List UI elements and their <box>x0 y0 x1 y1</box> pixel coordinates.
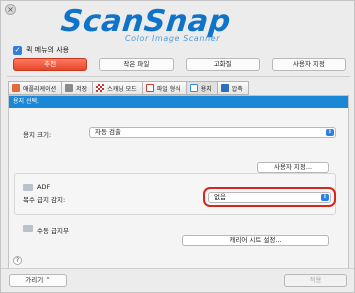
close-icon[interactable]: × <box>5 4 16 15</box>
quick-menu-option[interactable]: ✓ 퀵 메뉴의 사용 <box>13 45 69 55</box>
apply-button[interactable]: 적용 <box>284 274 347 287</box>
preset-custom[interactable]: 사용자 지정 <box>271 58 346 71</box>
scan-mode-icon <box>96 84 105 92</box>
paper-settings-panel: 용지 선택. 용지 크기: 자동 검출 ⇕ 사용자 지정... ADF 복수 급… <box>8 95 349 269</box>
paper-size-select[interactable]: 자동 검출 ⇕ <box>89 127 336 138</box>
tab-application[interactable]: 애플리케이션 <box>8 81 62 95</box>
hide-button[interactable]: 가리기 ⌃ <box>9 274 67 287</box>
tab-label: 저장 <box>76 85 88 93</box>
preset-small-file[interactable]: 작은 파일 <box>99 58 174 71</box>
divider <box>7 76 350 77</box>
multifeed-label: 복수 급지 감지: <box>23 196 66 204</box>
custom-size-button[interactable]: 사용자 지정... <box>257 162 329 173</box>
paper-size-value: 자동 검출 <box>95 128 121 136</box>
tab-label: 애플리케이션 <box>23 85 57 93</box>
logo-subtitle: Color Image Scanner <box>125 34 221 43</box>
save-icon <box>65 84 74 92</box>
adf-icon <box>23 184 33 191</box>
manual-feed-icon <box>23 225 33 232</box>
divider <box>1 268 354 269</box>
chevron-updown-icon: ⇕ <box>326 129 334 136</box>
tab-file-format[interactable]: 파일 형식 <box>141 81 186 95</box>
paper-size-label: 용지 크기: <box>23 131 52 139</box>
manual-feed-title: 수동 급지부 <box>37 227 69 235</box>
preset-bar: 추천 작은 파일 고화질 사용자 지정 <box>13 58 346 71</box>
scansnap-settings-window: × ScanSnap Color Image Scanner ✓ 퀵 메뉴의 사… <box>0 0 355 293</box>
quick-menu-checkbox[interactable]: ✓ <box>13 45 22 55</box>
tab-label: 스캐닝 모드 <box>107 85 137 93</box>
tab-label: 용지 <box>200 85 212 93</box>
tab-save[interactable]: 저장 <box>61 81 93 95</box>
section-header: 용지 선택. <box>9 96 348 108</box>
tab-label: 파일 형식 <box>156 85 181 93</box>
scansnap-logo: ScanSnap Color Image Scanner <box>59 4 311 47</box>
preset-high-quality[interactable]: 고화질 <box>185 58 260 71</box>
tab-paper[interactable]: 용지 <box>185 81 217 95</box>
settings-tabs: 애플리케이션 저장 스캐닝 모드 파일 형식 용지 압축 <box>8 81 249 95</box>
highlight-annotation <box>203 187 336 207</box>
compress-icon <box>220 84 229 92</box>
adf-title: ADF <box>37 183 51 191</box>
tab-compress[interactable]: 압축 <box>216 81 249 95</box>
preset-recommended[interactable]: 추천 <box>13 58 88 71</box>
help-icon[interactable]: ? <box>13 256 22 265</box>
tab-scan-mode[interactable]: 스캐닝 모드 <box>92 81 142 95</box>
file-format-icon <box>145 84 154 92</box>
quick-menu-label: 퀵 메뉴의 사용 <box>26 46 70 54</box>
carrier-sheet-button[interactable]: 캐리어 시트 설정... <box>182 235 329 246</box>
application-icon <box>12 84 20 92</box>
logo-wordmark: ScanSnap <box>59 4 233 39</box>
paper-icon <box>189 84 198 92</box>
tab-label: 압축 <box>231 85 243 93</box>
